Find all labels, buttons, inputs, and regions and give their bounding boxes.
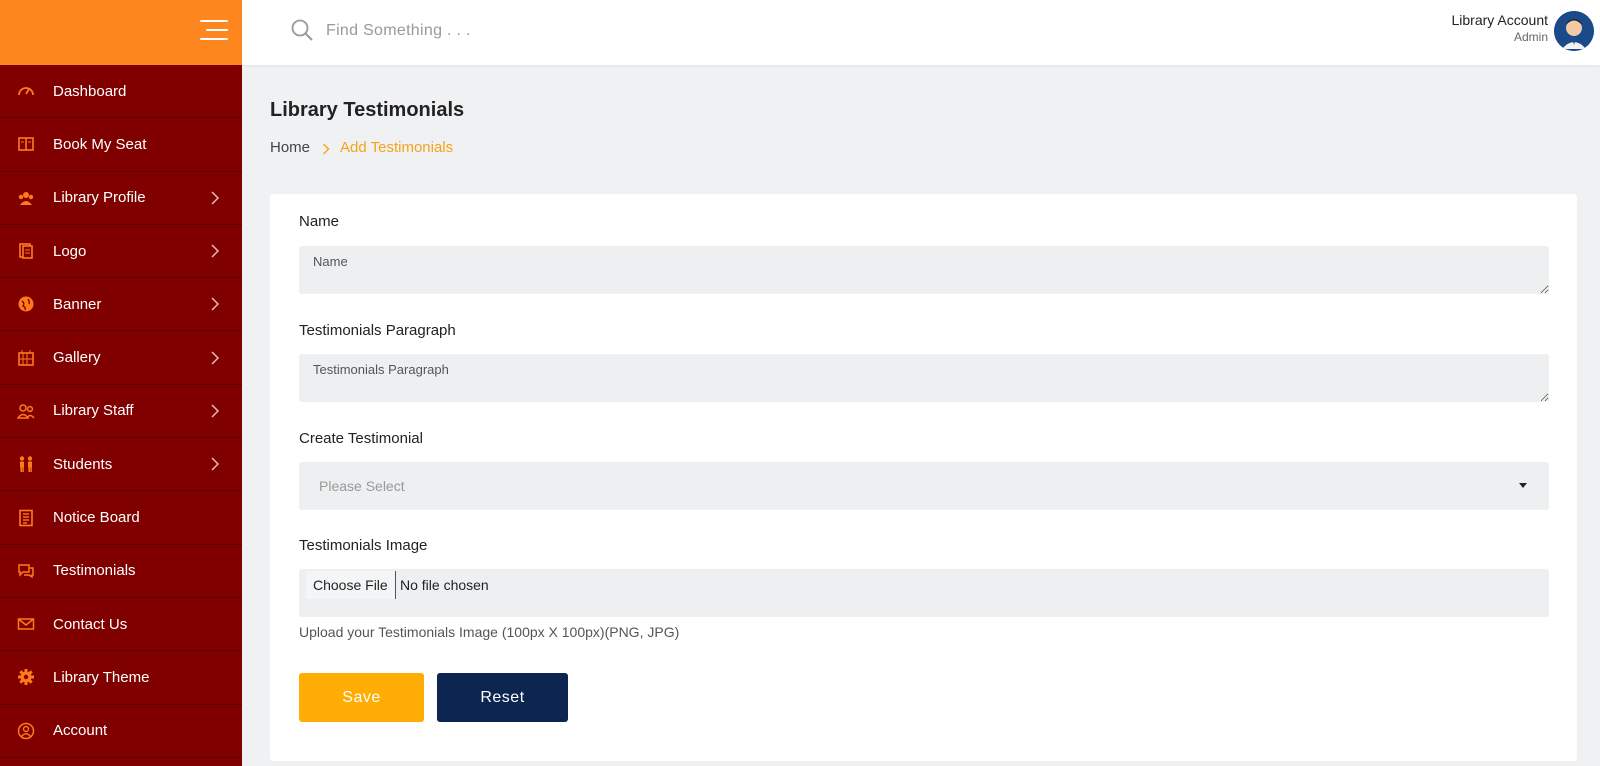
sidebar-item-label: Account <box>53 722 108 740</box>
sidebar-item-label: Logo <box>53 242 87 260</box>
testimonial-form-card: Name Testimonials Paragraph Create Testi… <box>270 194 1577 761</box>
chevron-right-icon <box>210 404 220 418</box>
chevron-right-icon <box>210 351 220 365</box>
sidebar-item-contact-us[interactable]: Contact Us <box>0 598 242 652</box>
avatar[interactable] <box>1554 11 1594 51</box>
select-value: Please Select <box>319 478 405 494</box>
account-name: Library Account <box>1451 12 1549 28</box>
account-info[interactable]: Library Account Admin <box>1452 12 1549 44</box>
sidebar-item-logo[interactable]: Logo <box>0 225 242 279</box>
sidebar-item-students[interactable]: Students <box>0 438 242 492</box>
chevron-right-icon <box>210 457 220 471</box>
sidebar-item-label: Notice Board <box>53 509 140 527</box>
sidebar-item-label: Gallery <box>53 349 101 367</box>
envelope-icon <box>16 614 36 634</box>
image-help-text: Upload your Testimonials Image (100px X … <box>299 624 680 640</box>
name-label: Name <box>299 213 340 230</box>
chevron-right-icon <box>322 142 330 154</box>
sidebar-item-dashboard[interactable]: Dashboard <box>0 65 242 119</box>
sidebar-item-banner[interactable]: Banner <box>0 278 242 332</box>
chat-icon <box>16 561 36 581</box>
sidebar-item-label: Library Theme <box>53 668 150 686</box>
save-button[interactable]: Save <box>299 673 424 722</box>
choose-file-button[interactable]: Choose File <box>306 571 396 599</box>
sidebar-item-account[interactable]: Account <box>0 705 242 758</box>
speedometer-icon <box>16 81 36 101</box>
sidebar-item-label: Library Staff <box>53 402 134 420</box>
notice-icon <box>16 508 36 528</box>
sidebar-item-label: Book My Seat <box>53 135 147 153</box>
account-icon <box>16 721 36 741</box>
sidebar-item-label: Library Profile <box>53 189 146 207</box>
sidebar-item-label: Banner <box>53 295 102 313</box>
breadcrumb-home-link[interactable]: Home <box>270 139 310 156</box>
image-file-input[interactable]: Choose File No file chosen <box>299 569 1549 617</box>
chevron-right-icon <box>210 244 220 258</box>
search-icon[interactable] <box>290 18 314 42</box>
sidebar-item-notice-board[interactable]: Notice Board <box>0 491 242 545</box>
breadcrumb-current: Add Testimonials <box>340 139 454 156</box>
sidebar: Dashboard Book My Seat Library Profile L… <box>0 0 242 766</box>
book-icon <box>16 134 36 154</box>
chevron-right-icon <box>210 191 220 205</box>
students-icon <box>16 454 36 474</box>
account-role: Admin <box>1513 30 1548 44</box>
hamburger-menu-icon[interactable] <box>200 20 228 42</box>
sidebar-item-book-my-seat[interactable]: Book My Seat <box>0 118 242 172</box>
reset-button[interactable]: Reset <box>437 673 568 722</box>
sidebar-item-library-profile[interactable]: Library Profile <box>0 172 242 225</box>
documents-icon <box>16 241 36 261</box>
search-input[interactable] <box>326 18 726 44</box>
breadcrumb: Home Add Testimonials <box>270 139 453 156</box>
page-title: Library Testimonials <box>270 99 465 121</box>
paragraph-field[interactable] <box>299 354 1549 402</box>
sidebar-item-gallery[interactable]: Gallery <box>0 331 242 385</box>
create-testimonial-select[interactable]: Please Select <box>299 462 1549 510</box>
paragraph-label: Testimonials Paragraph <box>299 322 456 339</box>
sidebar-item-label: Students <box>53 455 113 473</box>
name-field[interactable] <box>299 246 1549 294</box>
sidebar-item-label: Dashboard <box>53 82 127 100</box>
sidebar-item-label: Contact Us <box>53 615 128 633</box>
caret-down-icon <box>1519 483 1527 488</box>
topbar: Library Account Admin <box>242 0 1600 65</box>
sidebar-header <box>0 0 242 65</box>
staff-icon <box>16 401 36 421</box>
globe-icon <box>16 294 36 314</box>
gear-icon <box>16 667 36 687</box>
users-icon <box>16 188 36 208</box>
sidebar-item-library-staff[interactable]: Library Staff <box>0 385 242 439</box>
create-testimonial-label: Create Testimonial <box>299 430 423 447</box>
sidebar-item-testimonials[interactable]: Testimonials <box>0 545 242 598</box>
sidebar-item-library-theme[interactable]: Library Theme <box>0 651 242 705</box>
file-status: No file chosen <box>400 577 489 593</box>
gallery-icon <box>16 348 36 368</box>
chevron-right-icon <box>210 297 220 311</box>
image-label: Testimonials Image <box>299 537 428 554</box>
sidebar-menu: Dashboard Book My Seat Library Profile L… <box>0 65 242 758</box>
sidebar-item-label: Testimonials <box>53 562 136 580</box>
